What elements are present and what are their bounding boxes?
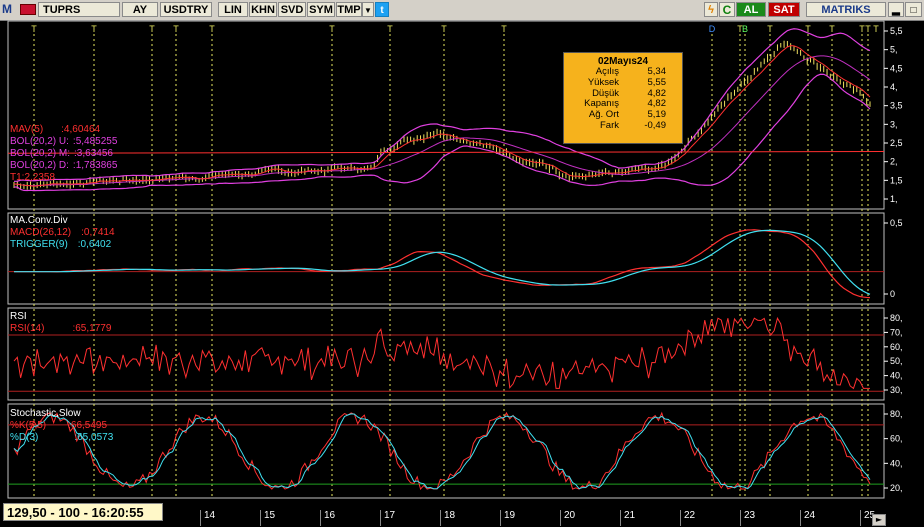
- signal-marker: T: [329, 24, 335, 34]
- signal-marker: T: [767, 24, 773, 34]
- trend-line-label: T1:2,2358: [10, 172, 56, 183]
- y-tick-label: 20,: [890, 483, 903, 493]
- x-tick-label: 17: [380, 510, 440, 526]
- signal-marker: T: [173, 24, 179, 34]
- signal-marker: B: [742, 24, 748, 34]
- status-readout: 129,50 - 100 - 16:20:55: [3, 503, 163, 521]
- y-tick-label: 3,5: [890, 101, 903, 111]
- maximize-icon[interactable]: □: [905, 2, 922, 17]
- y-tick-label: 2,5: [890, 138, 903, 148]
- symbol-field[interactable]: TUPRS: [38, 2, 120, 17]
- bol-upper-label: BOL(20,2) U::5,485255: [10, 136, 118, 147]
- chart-toolbar: M TUPRS AY USDTRY LIN KHN SVD SYM TMP ▼ …: [0, 0, 924, 21]
- y-tick-label: 30,: [890, 385, 903, 395]
- chart-area[interactable]: T T T T T T T T T D T B T T T T T T 5,5 5, 4,5 4, 3,5 3, 2,5 2, 1,…: [0, 20, 924, 500]
- tooltip-row: Fark -0,49: [600, 119, 666, 131]
- stoch-d-label: %D(3):65,0573: [10, 432, 114, 443]
- stochastic-panel-title: Stochastic,Slow: [10, 408, 81, 419]
- y-tick-label: 1,5: [890, 175, 903, 185]
- signal-marker: T: [829, 24, 835, 34]
- period-button[interactable]: AY: [122, 2, 158, 17]
- x-tick-label: 15: [260, 510, 320, 526]
- signal-marker: T: [209, 24, 215, 34]
- tooltip-row: Yüksek 5,55: [587, 76, 666, 88]
- khn-button[interactable]: KHN: [249, 2, 277, 17]
- rsi-panel-title: RSI: [10, 311, 27, 322]
- currency-button[interactable]: USDTRY: [160, 2, 212, 17]
- svd-button[interactable]: SVD: [278, 2, 306, 17]
- x-tick-label: 24: [800, 510, 860, 526]
- tmp-button[interactable]: TMP: [336, 2, 362, 17]
- x-tick-label: 16: [320, 510, 380, 526]
- y-tick-label: 2,: [890, 157, 898, 167]
- y-tick-label: 50,: [890, 356, 903, 366]
- y-tick-label: 0,5: [890, 218, 903, 228]
- ohlc-tooltip: 02Mayıs24 Açılış 5,34 Yüksek 5,55 Düşük 4,8…: [563, 52, 683, 144]
- rsi-label: RSI(14):65,1779: [10, 323, 112, 334]
- signal-marker: T: [441, 24, 447, 34]
- y-tick-label: 80,: [890, 409, 903, 419]
- signal-marker: T: [873, 24, 879, 34]
- y-tick-label: 60,: [890, 342, 903, 352]
- y-tick-label: 40,: [890, 371, 903, 381]
- tmp-dropdown-icon[interactable]: ▼: [362, 2, 374, 17]
- refresh-icon[interactable]: C: [719, 2, 735, 17]
- x-tick-label: 14: [200, 510, 260, 526]
- twitter-icon[interactable]: t: [375, 2, 389, 17]
- y-tick-label: 5,: [890, 45, 898, 55]
- y-tick-label: 1,: [890, 194, 898, 204]
- signal-marker: T: [501, 24, 507, 34]
- y-tick-label: 4,5: [890, 63, 903, 73]
- x-tick-label: 25: [860, 510, 920, 526]
- flag-icon: [20, 4, 36, 15]
- x-tick-label: 20: [560, 510, 620, 526]
- trigger-label: TRIGGER(9):0,6402: [10, 239, 112, 250]
- sym-button[interactable]: SYM: [307, 2, 335, 17]
- matriks-logo: M: [2, 2, 12, 16]
- chart-canvas[interactable]: T T T T T T T T T D T B T T T T T T 5,55,4,54,3,53,2,52,1,…: [0, 20, 924, 500]
- stoch-k-label: %K(5,5):66,5495: [10, 420, 108, 431]
- signal-marker: T: [91, 24, 97, 34]
- y-tick-label: 0: [890, 289, 895, 299]
- x-tick-label: 18: [440, 510, 500, 526]
- matriks-brand: MATRIKS: [806, 2, 886, 17]
- bol-lower-label: BOL(20,2) D::1,783865: [10, 160, 118, 171]
- sell-button[interactable]: SAT: [768, 2, 800, 17]
- y-tick-label: 70,: [890, 327, 903, 337]
- y-tick-label: 80,: [890, 313, 903, 323]
- x-tick-label: 22: [680, 510, 740, 526]
- buy-button[interactable]: AL: [736, 2, 766, 17]
- signal-marker: T: [31, 24, 37, 34]
- signal-marker: D: [709, 24, 716, 34]
- x-tick-label: 21: [620, 510, 680, 526]
- bol-mid-label: BOL(20,2) M::3,63456: [10, 148, 113, 159]
- signal-marker: T: [387, 24, 393, 34]
- macd-label: MACD(26,12):0,7414: [10, 227, 115, 238]
- mav-label: MAV(5):4,60464: [10, 124, 101, 135]
- y-tick-label: 40,: [890, 458, 903, 468]
- y-tick-label: 3,: [890, 119, 898, 129]
- macd-panel-title: MA.Conv.Div: [10, 215, 68, 226]
- minimize-icon[interactable]: ▂: [888, 2, 904, 17]
- macd-panel: [7, 212, 885, 305]
- signal-marker: T: [149, 24, 155, 34]
- lin-button[interactable]: LIN: [218, 2, 248, 17]
- x-tick-label: 23: [740, 510, 800, 526]
- y-tick-label: 5,5: [890, 26, 903, 36]
- signal-marker: T: [865, 24, 871, 34]
- lightning-icon[interactable]: ϟ: [704, 2, 718, 17]
- y-tick-label: 4,: [890, 82, 898, 92]
- y-tick-label: 60,: [890, 434, 903, 444]
- scroll-right-button[interactable]: ►: [872, 514, 886, 526]
- x-tick-label: 19: [500, 510, 560, 526]
